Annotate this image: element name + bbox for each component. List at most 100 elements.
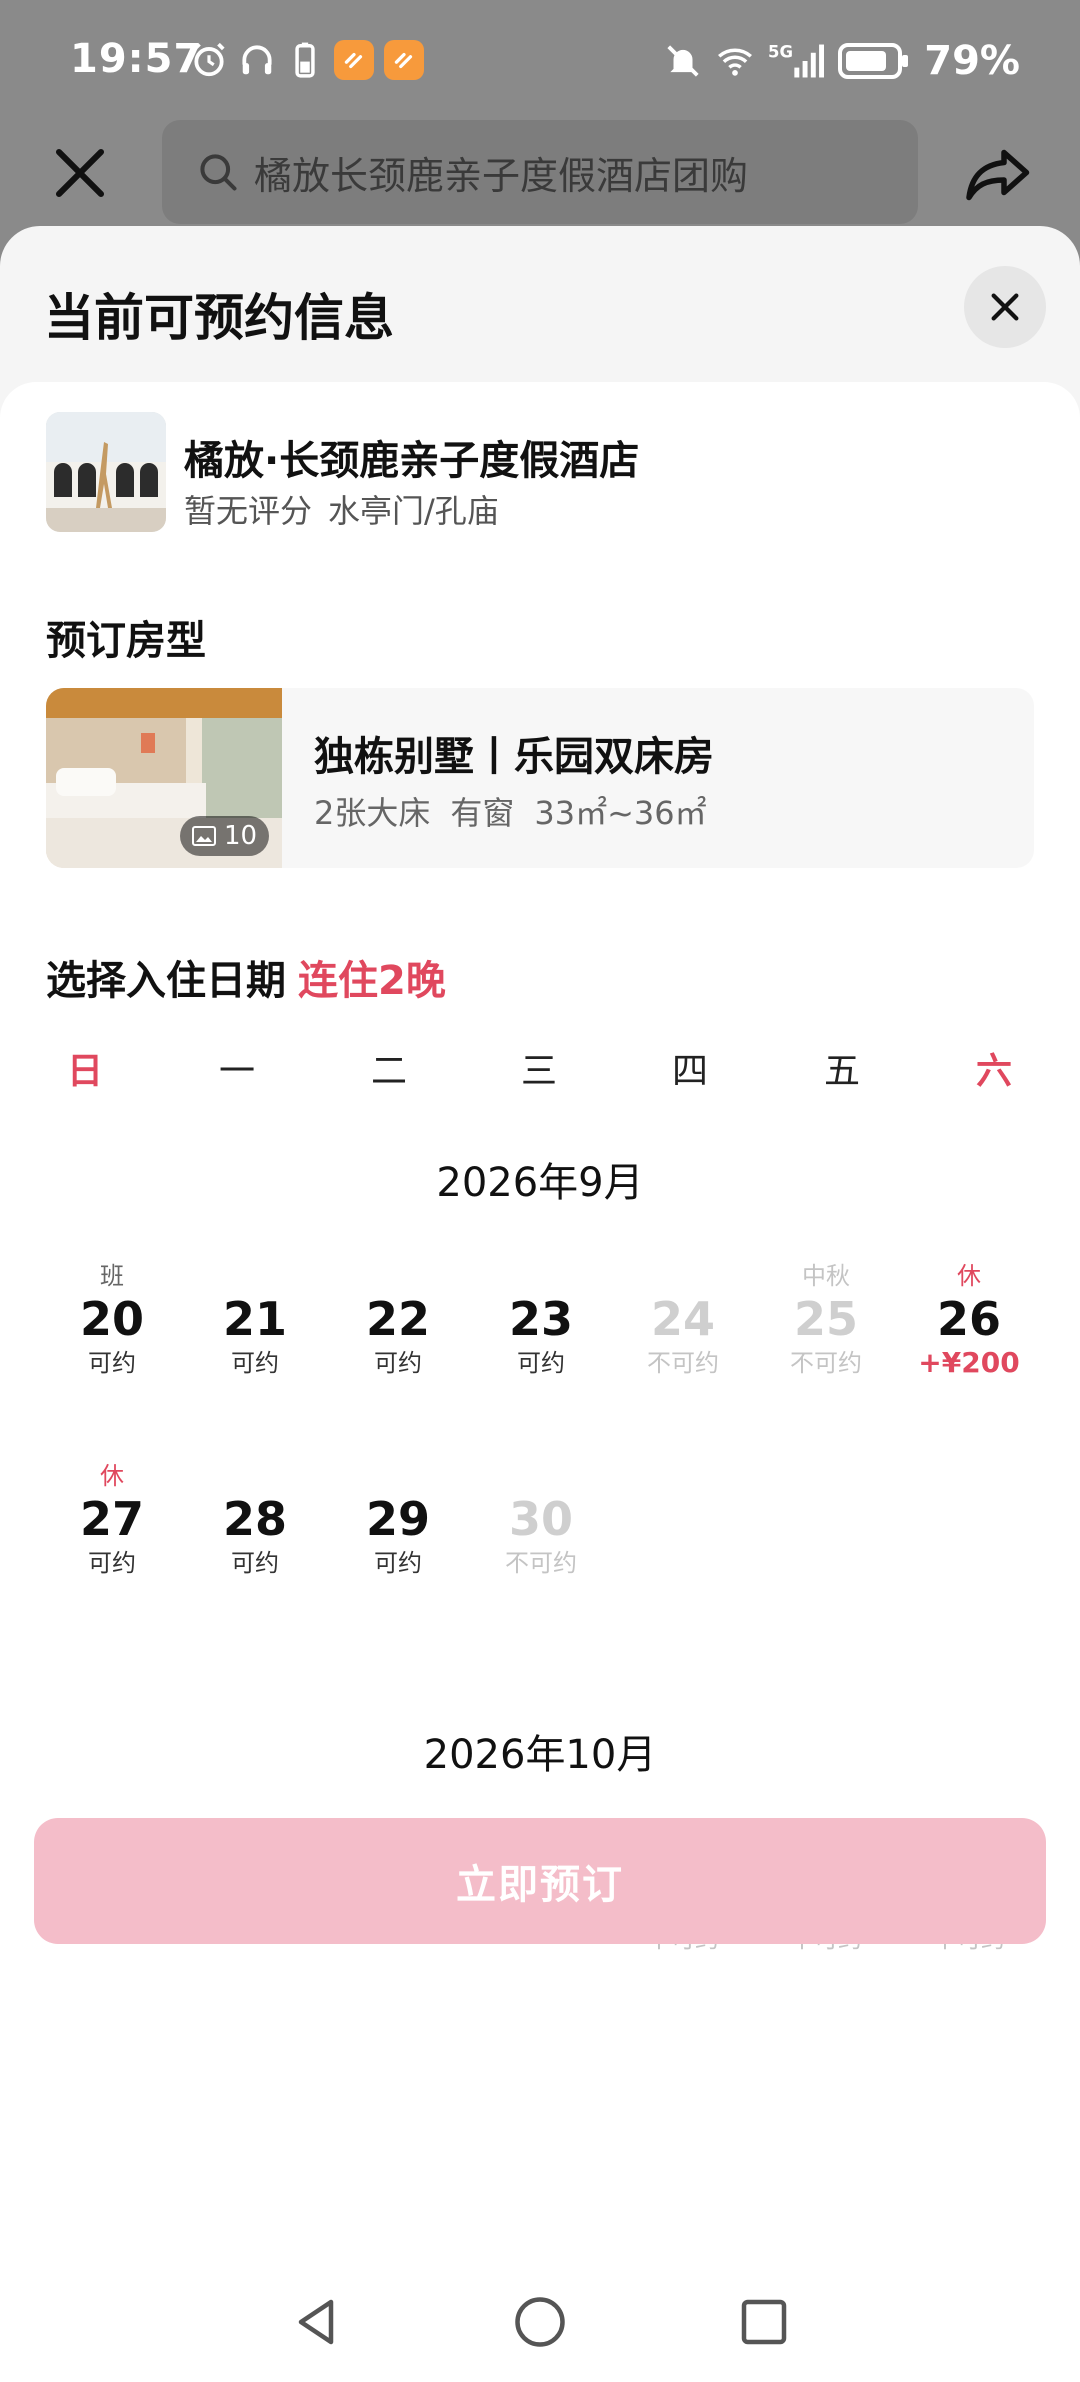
day-tag	[471, 1260, 611, 1292]
photo-count-badge[interactable]: 10	[180, 816, 270, 856]
room-section-title: 预订房型	[46, 618, 206, 664]
day-status: 不可约	[647, 1349, 719, 1377]
status-left-icons	[190, 40, 424, 80]
day-tag: 休	[957, 1262, 981, 1290]
date-section-title: 选择入住日期 连住2晚	[46, 948, 446, 1006]
search-bar[interactable]: 橘放长颈鹿亲子度假酒店团购	[162, 120, 918, 224]
photo-count: 10	[224, 821, 258, 851]
calendar-day[interactable]: 22 可约	[328, 1260, 468, 1390]
hotel-thumbnail	[46, 412, 166, 532]
sheet-body: 橘放·长颈鹿亲子度假酒店 暂无评分 水亭门/孔庙 预订房型 10 独栋别墅丨乐园…	[0, 382, 1080, 2382]
day-status: 不可约	[790, 1349, 862, 1377]
search-text: 橘放长颈鹿亲子度假酒店团购	[254, 153, 749, 198]
weekday-fri: 五	[823, 1051, 860, 1092]
day-number: 22	[365, 1292, 430, 1346]
calendar-day[interactable]: 29 可约	[328, 1460, 468, 1590]
day-status: 可约	[517, 1349, 565, 1377]
calendar-day-disabled: 30 不可约	[471, 1460, 611, 1590]
calendar-day[interactable]: 28 可约	[185, 1460, 325, 1590]
calendar-day[interactable]: 23 可约	[471, 1260, 611, 1390]
battery-percent: 79%	[924, 38, 1020, 84]
calendar-day-disabled: 中秋 25 不可约	[756, 1260, 896, 1390]
calendar-day[interactable]: 休 27 可约	[42, 1460, 182, 1590]
sheet-title: 当前可预约信息	[44, 289, 394, 347]
weekday-wed: 三	[520, 1051, 557, 1092]
calendar-day-disabled: 24 不可约	[613, 1260, 753, 1390]
booking-sheet: 当前可预约信息 橘放·长颈鹿亲子度假酒店 暂无评分 水亭门/孔庙 预订房型 10…	[0, 226, 1080, 2382]
status-time: 19:57	[70, 36, 203, 82]
hotel-name: 橘放·长颈鹿亲子度假酒店	[184, 438, 640, 484]
home-icon[interactable]	[510, 2292, 570, 2352]
day-status: 可约	[88, 1349, 136, 1377]
mute-icon	[667, 45, 699, 77]
hotel-rating: 暂无评分	[184, 492, 313, 530]
month-title-sep: 2026年9月	[436, 1160, 644, 1206]
hotel-meta: 暂无评分 水亭门/孔庙	[184, 486, 499, 532]
sheet-close-button[interactable]	[964, 266, 1046, 348]
weekday-sat: 六	[975, 1051, 1012, 1092]
weekday-sun: 日	[66, 1051, 103, 1092]
day-tag	[185, 1260, 325, 1292]
image-icon	[192, 826, 216, 846]
day-status: 可约	[231, 1349, 279, 1377]
day-number: 30	[508, 1492, 573, 1546]
search-icon	[200, 154, 237, 191]
day-number: 20	[79, 1292, 144, 1346]
day-number: 26	[936, 1292, 1001, 1346]
date-section-label: 选择入住日期	[46, 958, 286, 1004]
day-status: 可约	[374, 1549, 422, 1577]
day-tag: 班	[100, 1262, 124, 1290]
headphones-icon	[242, 45, 272, 75]
day-number: 29	[365, 1492, 430, 1546]
app-notification-icon	[384, 40, 424, 80]
close-icon	[991, 293, 1019, 321]
battery-icon	[838, 43, 909, 79]
room-info: 2张大床 有窗 33㎡~36㎡	[314, 788, 707, 834]
alarm-icon	[193, 42, 225, 77]
day-number: 23	[508, 1292, 573, 1346]
system-nav-bar	[0, 2270, 1080, 2382]
day-number: 21	[222, 1292, 287, 1346]
month-title-oct: 2026年10月	[423, 1732, 657, 1778]
day-status: 可约	[374, 1349, 422, 1377]
battery-saver-icon	[295, 42, 315, 78]
close-icon[interactable]	[52, 145, 108, 201]
room-area: 33㎡~36㎡	[534, 794, 707, 832]
hotel-location: 水亭门/孔庙	[328, 492, 499, 530]
book-now-button[interactable]: 立即预订	[34, 1818, 1046, 1944]
calendar-day[interactable]: 休 26 +¥200	[899, 1260, 1039, 1390]
day-tag	[613, 1260, 753, 1292]
app-notification-icon	[334, 40, 374, 80]
back-icon[interactable]	[286, 2292, 346, 2352]
day-tag: 休	[100, 1462, 124, 1490]
day-tag	[328, 1460, 468, 1492]
weekday-thu: 四	[671, 1051, 708, 1092]
day-tag: 中秋	[802, 1262, 850, 1290]
room-window: 有窗	[450, 794, 515, 832]
signal-icon: 5G	[768, 43, 825, 78]
recents-icon[interactable]	[734, 2292, 794, 2352]
room-card[interactable]: 10 独栋别墅丨乐园双床房 2张大床 有窗 33㎡~36㎡	[46, 688, 1034, 868]
day-number: 28	[222, 1492, 287, 1546]
day-status: 可约	[88, 1549, 136, 1577]
weekday-tue: 二	[370, 1051, 407, 1092]
day-number: 25	[793, 1292, 858, 1346]
share-icon[interactable]	[964, 145, 1034, 205]
weekday-header: 日 一 二 三 四 五 六	[0, 1042, 1080, 1102]
status-right-icons: 5G 79%	[664, 38, 1020, 84]
screen: 19:57 5G 79% 橘放长颈鹿亲子度假酒店团购 当前可预约信息 橘放·长颈…	[0, 0, 1080, 2382]
network-type: 5G	[768, 43, 793, 62]
stay-nights-label: 连住2晚	[298, 958, 446, 1004]
day-price: +¥200	[918, 1346, 1020, 1379]
room-beds: 2张大床	[314, 794, 431, 832]
day-status: 可约	[231, 1549, 279, 1577]
wifi-icon	[718, 48, 753, 76]
weekday-mon: 一	[218, 1051, 255, 1092]
room-name: 独栋别墅丨乐园双床房	[314, 734, 714, 780]
day-number: 24	[650, 1292, 715, 1346]
day-number: 27	[79, 1492, 144, 1546]
calendar-day[interactable]: 班 20 可约	[42, 1260, 182, 1390]
day-tag	[185, 1460, 325, 1492]
status-bar: 19:57 5G 79%	[0, 0, 1080, 120]
calendar-day[interactable]: 21 可约	[185, 1260, 325, 1390]
